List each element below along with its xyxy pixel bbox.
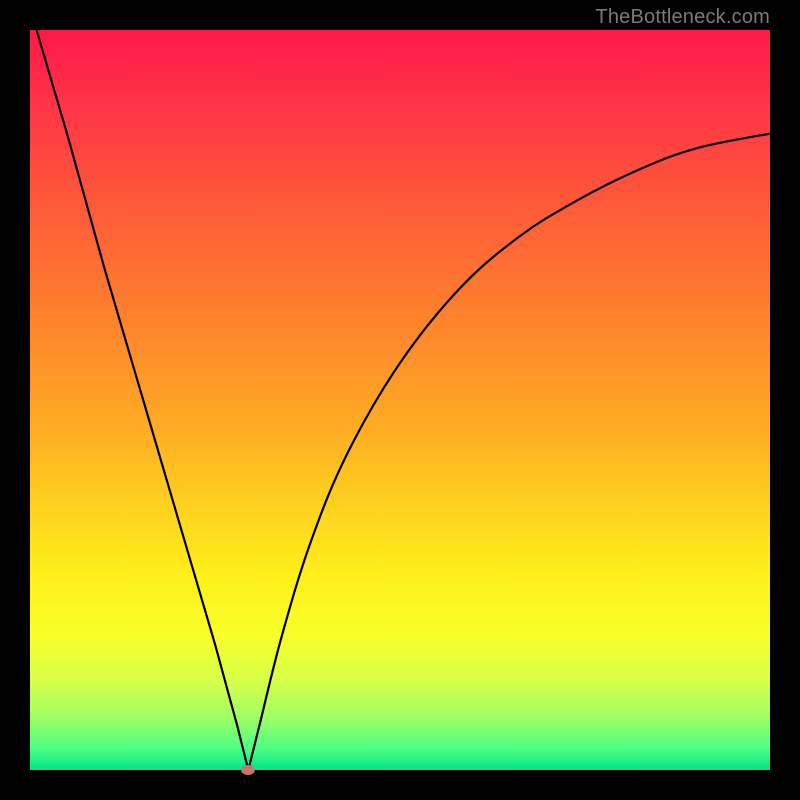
watermark-text: TheBottleneck.com	[595, 6, 770, 29]
bottleneck-curve	[30, 30, 770, 770]
minimum-marker	[241, 765, 255, 775]
chart-frame: TheBottleneck.com	[0, 0, 800, 800]
plot-area	[30, 30, 770, 770]
